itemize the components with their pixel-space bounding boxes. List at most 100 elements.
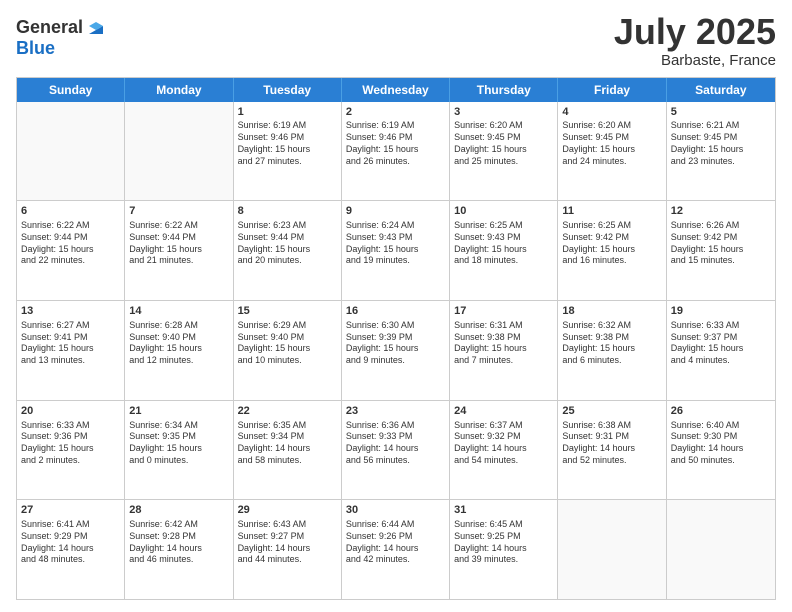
- cell-line: Sunset: 9:42 PM: [671, 232, 771, 244]
- cal-row-2: 13Sunrise: 6:27 AMSunset: 9:41 PMDayligh…: [17, 300, 775, 400]
- cell-line: Sunset: 9:45 PM: [562, 132, 661, 144]
- cell-line: and 52 minutes.: [562, 455, 661, 467]
- cell-line: Sunset: 9:46 PM: [238, 132, 337, 144]
- cell-line: Daylight: 14 hours: [21, 543, 120, 555]
- cell-line: Daylight: 14 hours: [671, 443, 771, 455]
- cell-line: Daylight: 14 hours: [238, 443, 337, 455]
- cell-line: Daylight: 15 hours: [21, 244, 120, 256]
- cell-line: Sunrise: 6:33 AM: [671, 320, 771, 332]
- cal-cell-r4-c1: 28Sunrise: 6:42 AMSunset: 9:28 PMDayligh…: [125, 500, 233, 599]
- day-number: 8: [238, 204, 337, 219]
- cell-line: Sunrise: 6:22 AM: [21, 220, 120, 232]
- cal-cell-r2-c3: 16Sunrise: 6:30 AMSunset: 9:39 PMDayligh…: [342, 301, 450, 400]
- weekday-monday: Monday: [125, 78, 233, 102]
- cell-line: and 26 minutes.: [346, 156, 445, 168]
- cell-line: and 56 minutes.: [346, 455, 445, 467]
- cell-line: Sunrise: 6:42 AM: [129, 519, 228, 531]
- cell-line: Sunrise: 6:19 AM: [238, 120, 337, 132]
- day-number: 17: [454, 304, 553, 319]
- cal-cell-r0-c1: [125, 102, 233, 201]
- day-number: 27: [21, 503, 120, 518]
- logo-general: General: [16, 17, 83, 38]
- calendar: Sunday Monday Tuesday Wednesday Thursday…: [16, 77, 776, 600]
- cal-cell-r1-c4: 10Sunrise: 6:25 AMSunset: 9:43 PMDayligh…: [450, 201, 558, 300]
- cell-line: Sunset: 9:44 PM: [129, 232, 228, 244]
- page: General Blue July 2025 Barbaste, France …: [0, 0, 792, 612]
- cell-line: Sunset: 9:32 PM: [454, 431, 553, 443]
- cell-line: and 13 minutes.: [21, 355, 120, 367]
- cell-line: Sunrise: 6:19 AM: [346, 120, 445, 132]
- day-number: 7: [129, 204, 228, 219]
- cell-line: and 44 minutes.: [238, 554, 337, 566]
- day-number: 23: [346, 404, 445, 419]
- cell-line: Sunset: 9:29 PM: [21, 531, 120, 543]
- cell-line: Daylight: 15 hours: [671, 144, 771, 156]
- cell-line: Sunset: 9:27 PM: [238, 531, 337, 543]
- cell-line: and 6 minutes.: [562, 355, 661, 367]
- day-number: 9: [346, 204, 445, 219]
- cell-line: Daylight: 15 hours: [454, 244, 553, 256]
- logo-blue: Blue: [16, 38, 55, 58]
- cell-line: Sunset: 9:44 PM: [238, 232, 337, 244]
- cell-line: Sunrise: 6:25 AM: [454, 220, 553, 232]
- logo: General Blue: [16, 16, 107, 59]
- day-number: 2: [346, 105, 445, 120]
- day-number: 30: [346, 503, 445, 518]
- cell-line: Sunset: 9:44 PM: [21, 232, 120, 244]
- cal-row-4: 27Sunrise: 6:41 AMSunset: 9:29 PMDayligh…: [17, 499, 775, 599]
- cell-line: Sunrise: 6:34 AM: [129, 420, 228, 432]
- cal-cell-r3-c5: 25Sunrise: 6:38 AMSunset: 9:31 PMDayligh…: [558, 401, 666, 500]
- day-number: 14: [129, 304, 228, 319]
- cell-line: Sunset: 9:43 PM: [346, 232, 445, 244]
- cell-line: Daylight: 15 hours: [346, 343, 445, 355]
- cal-cell-r4-c4: 31Sunrise: 6:45 AMSunset: 9:25 PMDayligh…: [450, 500, 558, 599]
- cal-cell-r0-c5: 4Sunrise: 6:20 AMSunset: 9:45 PMDaylight…: [558, 102, 666, 201]
- cal-cell-r2-c5: 18Sunrise: 6:32 AMSunset: 9:38 PMDayligh…: [558, 301, 666, 400]
- cell-line: Sunset: 9:46 PM: [346, 132, 445, 144]
- cell-line: Daylight: 14 hours: [454, 543, 553, 555]
- cell-line: and 39 minutes.: [454, 554, 553, 566]
- cal-cell-r4-c2: 29Sunrise: 6:43 AMSunset: 9:27 PMDayligh…: [234, 500, 342, 599]
- cell-line: Sunrise: 6:33 AM: [21, 420, 120, 432]
- cell-line: and 25 minutes.: [454, 156, 553, 168]
- cell-line: Daylight: 15 hours: [454, 343, 553, 355]
- cell-line: Sunset: 9:26 PM: [346, 531, 445, 543]
- weekday-saturday: Saturday: [667, 78, 775, 102]
- cell-line: and 19 minutes.: [346, 255, 445, 267]
- cell-line: and 58 minutes.: [238, 455, 337, 467]
- calendar-header: Sunday Monday Tuesday Wednesday Thursday…: [17, 78, 775, 102]
- cell-line: Sunrise: 6:21 AM: [671, 120, 771, 132]
- cell-line: Sunset: 9:45 PM: [671, 132, 771, 144]
- cell-line: and 48 minutes.: [21, 554, 120, 566]
- cell-line: Sunrise: 6:31 AM: [454, 320, 553, 332]
- cell-line: Daylight: 15 hours: [562, 244, 661, 256]
- subtitle: Barbaste, France: [614, 52, 776, 69]
- cell-line: Sunrise: 6:23 AM: [238, 220, 337, 232]
- calendar-body: 1Sunrise: 6:19 AMSunset: 9:46 PMDaylight…: [17, 102, 775, 599]
- cell-line: Sunset: 9:37 PM: [671, 332, 771, 344]
- cell-line: Sunset: 9:31 PM: [562, 431, 661, 443]
- cell-line: and 4 minutes.: [671, 355, 771, 367]
- cell-line: Daylight: 15 hours: [238, 144, 337, 156]
- cal-cell-r1-c5: 11Sunrise: 6:25 AMSunset: 9:42 PMDayligh…: [558, 201, 666, 300]
- day-number: 18: [562, 304, 661, 319]
- cell-line: Sunset: 9:45 PM: [454, 132, 553, 144]
- day-number: 15: [238, 304, 337, 319]
- cell-line: and 10 minutes.: [238, 355, 337, 367]
- cell-line: and 18 minutes.: [454, 255, 553, 267]
- cell-line: Sunrise: 6:20 AM: [562, 120, 661, 132]
- cal-cell-r3-c1: 21Sunrise: 6:34 AMSunset: 9:35 PMDayligh…: [125, 401, 233, 500]
- cal-cell-r0-c6: 5Sunrise: 6:21 AMSunset: 9:45 PMDaylight…: [667, 102, 775, 201]
- cell-line: Sunrise: 6:44 AM: [346, 519, 445, 531]
- cell-line: and 0 minutes.: [129, 455, 228, 467]
- cell-line: and 24 minutes.: [562, 156, 661, 168]
- cell-line: Daylight: 14 hours: [454, 443, 553, 455]
- day-number: 25: [562, 404, 661, 419]
- cell-line: Sunset: 9:33 PM: [346, 431, 445, 443]
- day-number: 28: [129, 503, 228, 518]
- cell-line: and 9 minutes.: [346, 355, 445, 367]
- day-number: 11: [562, 204, 661, 219]
- cell-line: Daylight: 14 hours: [238, 543, 337, 555]
- day-number: 26: [671, 404, 771, 419]
- cal-cell-r1-c0: 6Sunrise: 6:22 AMSunset: 9:44 PMDaylight…: [17, 201, 125, 300]
